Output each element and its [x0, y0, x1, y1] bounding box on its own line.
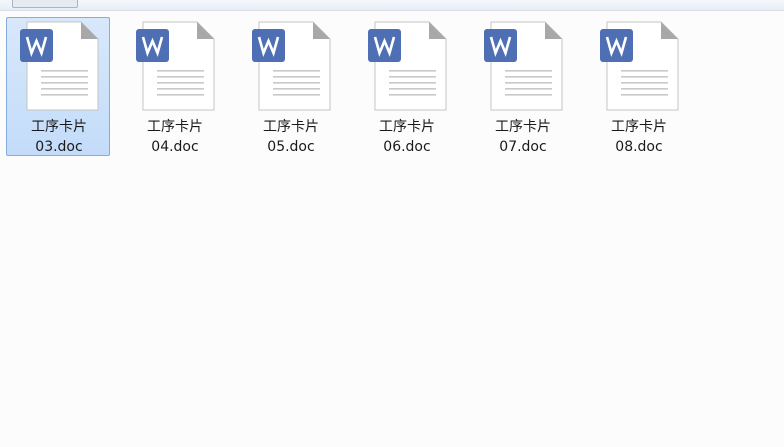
file-name-line-1: 工序卡片 — [263, 119, 319, 135]
file-name-line-2: 07.doc — [499, 139, 547, 155]
wps-writer-doc-icon — [19, 21, 101, 113]
file-item[interactable]: 工序卡片 04.doc — [122, 17, 226, 156]
file-item[interactable]: 工序卡片 08.doc — [586, 17, 690, 156]
file-name-label: 工序卡片 03.doc — [11, 117, 107, 157]
wps-writer-doc-icon — [135, 21, 217, 113]
file-name-label: 工序卡片 08.doc — [591, 117, 687, 157]
file-name-label: 工序卡片 07.doc — [475, 117, 571, 157]
file-name-line-2: 03.doc — [35, 139, 83, 155]
file-item[interactable]: 工序卡片 05.doc — [238, 17, 342, 156]
wps-writer-doc-icon — [599, 21, 681, 113]
top-toolbar-strip — [0, 0, 784, 11]
file-name-line-2: 06.doc — [383, 139, 431, 155]
file-item[interactable]: 工序卡片 06.doc — [354, 17, 458, 156]
file-name-line-1: 工序卡片 — [495, 119, 551, 135]
file-name-line-1: 工序卡片 — [147, 119, 203, 135]
wps-writer-doc-icon — [367, 21, 449, 113]
file-item[interactable]: 工序卡片 07.doc — [470, 17, 574, 156]
file-name-line-1: 工序卡片 — [611, 119, 667, 135]
file-name-line-1: 工序卡片 — [31, 119, 87, 135]
file-name-label: 工序卡片 06.doc — [359, 117, 455, 157]
toolbar-tab[interactable] — [12, 0, 78, 8]
file-item[interactable]: 工序卡片 03.doc — [6, 17, 110, 156]
file-list-view[interactable]: 工序卡片 03.doc 工序卡片 04.doc 工序卡片 05.doc 工序卡片… — [0, 11, 784, 447]
file-name-line-2: 05.doc — [267, 139, 315, 155]
file-name-label: 工序卡片 04.doc — [127, 117, 223, 157]
file-name-label: 工序卡片 05.doc — [243, 117, 339, 157]
file-name-line-2: 04.doc — [151, 139, 199, 155]
wps-writer-doc-icon — [483, 21, 565, 113]
file-name-line-2: 08.doc — [615, 139, 663, 155]
file-name-line-1: 工序卡片 — [379, 119, 435, 135]
wps-writer-doc-icon — [251, 21, 333, 113]
